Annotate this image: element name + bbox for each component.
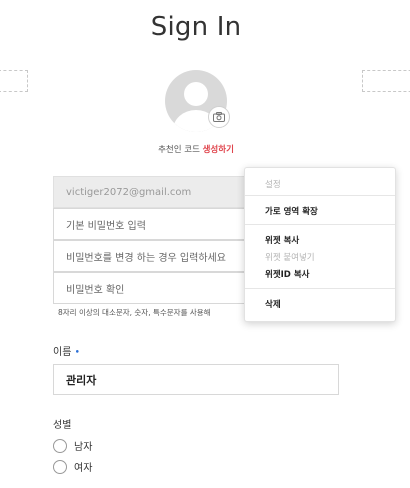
- menu-item-expand-width[interactable]: 가로 영역 확장: [265, 205, 318, 217]
- menu-item-copy-widget-id[interactable]: 위젯ID 복사: [265, 268, 309, 280]
- menu-item-paste-widget: 위젯 붙여넣기: [265, 253, 315, 263]
- name-label-text: 이름: [53, 347, 72, 358]
- gender-option-label: 남자: [74, 442, 93, 453]
- gender-option-label: 여자: [74, 463, 93, 474]
- referral-prefix: 추천인 코드: [158, 145, 203, 155]
- generate-referral-link[interactable]: 생성하기: [203, 145, 234, 155]
- widget-placeholder-left: [0, 70, 28, 92]
- menu-divider: [245, 195, 395, 196]
- radio-button[interactable]: [53, 459, 67, 474]
- gender-option-male[interactable]: 남자: [53, 438, 92, 453]
- avatar-head-shape: [184, 82, 208, 106]
- camera-icon-glyph: [213, 112, 225, 122]
- name-label: 이름 •: [53, 343, 80, 358]
- password-hint: 8자리 이상의 대소문자, 숫자, 특수문자를 사용해: [58, 308, 211, 317]
- menu-header-settings: 설정: [265, 180, 281, 190]
- radio-button[interactable]: [53, 438, 67, 453]
- referral-code: 추천인 코드 생성하기: [0, 143, 392, 155]
- camera-icon[interactable]: [208, 106, 230, 128]
- page-title: Sign In: [150, 12, 242, 42]
- context-menu: 설정 가로 영역 확장 위젯 복사 위젯 붙여넣기 위젯ID 복사 삭제: [244, 167, 396, 322]
- widget-placeholder-right: [362, 70, 410, 92]
- name-input[interactable]: 관리자: [53, 364, 339, 395]
- gender-option-female[interactable]: 여자: [53, 459, 92, 474]
- menu-item-copy-widget[interactable]: 위젯 복사: [265, 234, 299, 246]
- menu-divider: [245, 288, 395, 289]
- menu-divider: [245, 224, 395, 225]
- required-marker: •: [74, 348, 80, 358]
- gender-label: 성별: [53, 420, 72, 431]
- menu-item-delete[interactable]: 삭제: [265, 298, 281, 310]
